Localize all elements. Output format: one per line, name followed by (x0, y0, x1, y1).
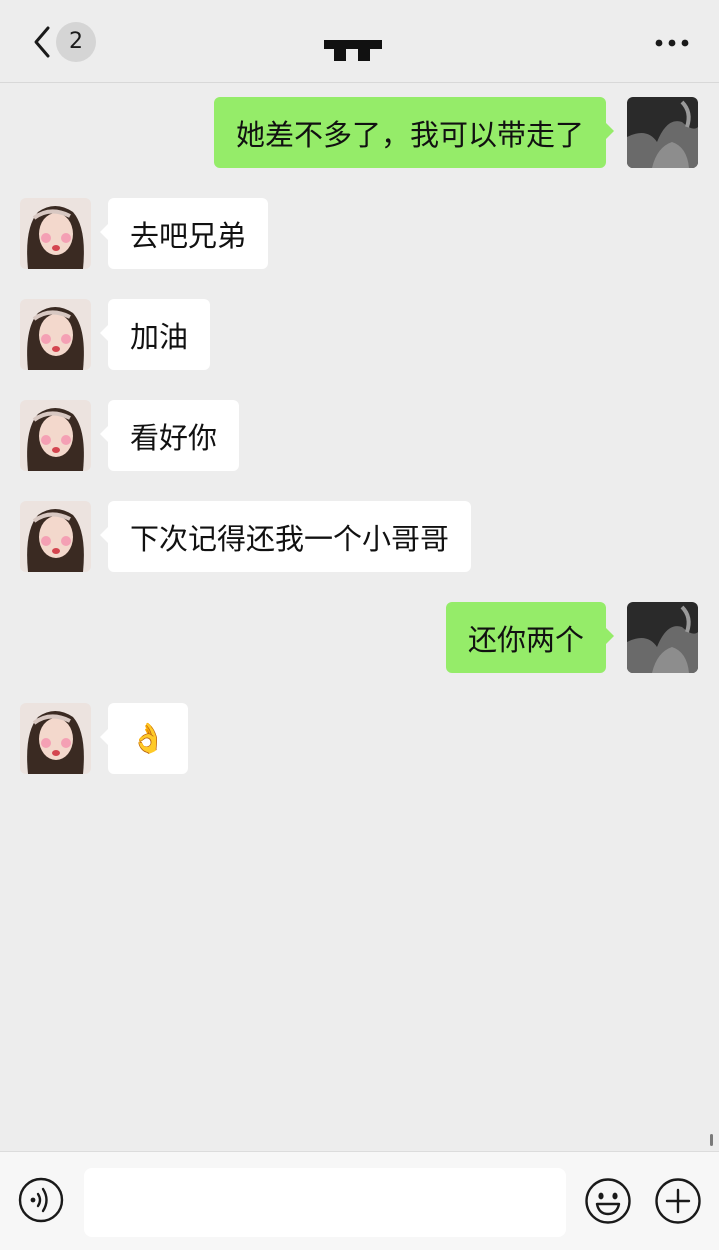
more-options-button[interactable] (650, 28, 694, 58)
outgoing-message-bubble[interactable]: 她差不多了，我可以带走了 (213, 97, 615, 168)
plus-icon (655, 1178, 701, 1224)
voice-input-button[interactable] (18, 1177, 64, 1223)
more-functions-button[interactable] (654, 1177, 702, 1225)
outgoing-message-bubble[interactable]: 还你两个 (445, 602, 615, 673)
message-row-incoming: 看好你 (0, 400, 719, 472)
contact-avatar[interactable] (20, 703, 91, 774)
back-button[interactable] (24, 24, 60, 60)
message-list[interactable]: 她差不多了，我可以带走了 去吧兄弟 加油 看好你 下次记得还我一个小哥哥 还你两… (0, 83, 719, 1150)
message-row-outgoing: 她差不多了，我可以带走了 (0, 97, 719, 169)
incoming-message-bubble[interactable]: 加油 (99, 299, 211, 370)
voice-icon (18, 1177, 64, 1223)
message-row-incoming: 👌 (0, 703, 719, 775)
self-avatar[interactable] (627, 97, 698, 168)
scrollbar-indicator[interactable] (710, 1134, 713, 1146)
message-input[interactable] (84, 1168, 566, 1237)
emoji-button[interactable] (584, 1177, 632, 1225)
unread-count-badge: 2 (56, 22, 96, 62)
incoming-message-bubble[interactable]: 👌 (99, 703, 189, 774)
message-row-incoming: 去吧兄弟 (0, 198, 719, 270)
chat-header: 2 (0, 0, 719, 83)
incoming-message-bubble[interactable]: 看好你 (99, 400, 240, 471)
contact-avatar[interactable] (20, 299, 91, 370)
message-row-incoming: 下次记得还我一个小哥哥 (0, 501, 719, 573)
incoming-message-bubble[interactable]: 去吧兄弟 (99, 198, 269, 269)
emoji-icon (585, 1178, 631, 1224)
contact-avatar[interactable] (20, 400, 91, 471)
incoming-message-bubble[interactable]: 下次记得还我一个小哥哥 (99, 501, 472, 572)
self-avatar[interactable] (627, 602, 698, 673)
chevron-left-icon (34, 26, 50, 58)
redacted-chat-title (324, 40, 382, 66)
message-row-incoming: 加油 (0, 299, 719, 371)
contact-avatar[interactable] (20, 198, 91, 269)
input-bar (0, 1151, 719, 1250)
more-dots-icon (655, 39, 689, 47)
contact-avatar[interactable] (20, 501, 91, 572)
message-row-outgoing: 还你两个 (0, 602, 719, 674)
